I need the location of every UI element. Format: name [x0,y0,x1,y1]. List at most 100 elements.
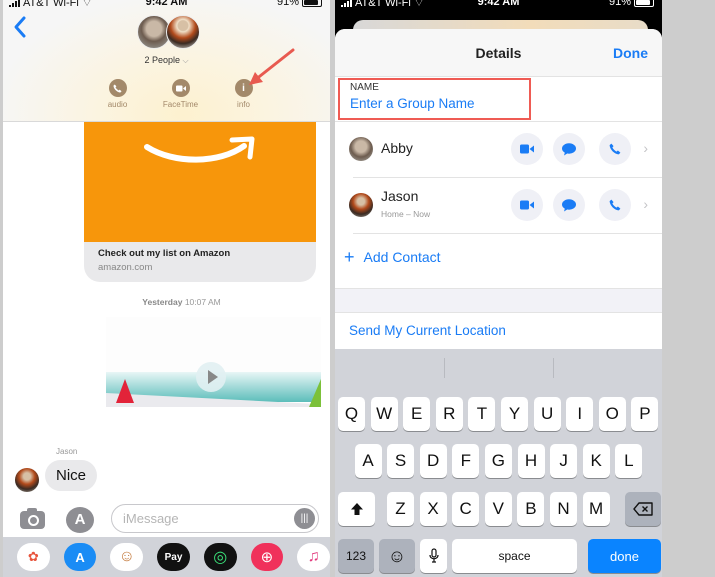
message-button[interactable] [553,189,585,221]
keyboard-done-key[interactable]: done [588,539,661,573]
wifi-icon: ⌔ [81,0,93,9]
music-note-icon: ♫ [307,548,320,565]
key-l[interactable]: L [615,444,643,478]
apple-pay-app-button[interactable]: Pay [157,543,190,571]
video-icon [171,79,190,97]
conversation-header: AT&T Wi-Fi ⌔ 9:42 AM 91% 2 People ⌵ audi… [3,0,330,122]
phone-call-button[interactable] [599,189,631,221]
key-a[interactable]: A [354,444,382,478]
wifi-icon: ⌔ [413,0,425,9]
activity-rings-icon: ◎ [213,549,228,566]
key-v[interactable]: V [484,492,512,526]
status-time: 9:42 AM [145,0,188,8]
amazon-link-preview[interactable]: Check out my list on Amazon amazon.com [84,122,316,282]
chevron-right-icon: › [643,196,648,212]
screenshot-stage: AT&T Wi-Fi ⌔ 9:42 AM 91% 2 People ⌵ audi… [0,0,715,577]
group-avatars[interactable] [137,15,201,51]
delete-key[interactable] [625,492,661,526]
key-p[interactable]: P [631,397,659,431]
video-icon [520,200,534,210]
divider [353,233,662,234]
microphone-icon [428,548,439,563]
on-screen-keyboard: Q W E R T Y U I O P A S D F G H J K L Z X C V B N M 123 ☺ space done [335,349,662,577]
section-gap [335,288,662,313]
key-d[interactable]: D [419,444,447,478]
key-s[interactable]: S [387,444,415,478]
key-w[interactable]: W [370,397,398,431]
done-button[interactable]: Done [613,45,648,61]
amazon-preview-image [84,122,316,242]
key-k[interactable]: K [582,444,610,478]
app-store-app-button[interactable]: A [63,543,97,571]
group-name-input[interactable] [350,96,525,111]
key-e[interactable]: E [403,397,431,431]
audio-label: audio [107,100,128,109]
info-label: info [237,100,250,109]
contact-location-status: Home – Now [381,209,431,219]
key-x[interactable]: X [419,492,447,526]
link-preview-domain: amazon.com [98,262,153,273]
people-count-label: 2 People [144,55,180,65]
add-contact-button[interactable]: + Add Contact [344,247,441,267]
back-button[interactable] [13,15,33,41]
web-search-app-button[interactable]: ⊕ [250,543,284,571]
emoji-smiley-icon: ☺ [387,545,407,566]
key-q[interactable]: Q [338,397,365,431]
send-current-location-button[interactable]: Send My Current Location [349,323,506,338]
shift-key[interactable] [338,492,375,526]
received-message-bubble[interactable]: Nice [45,460,98,491]
audio-message-icon[interactable]: ||| [294,508,315,529]
music-app-button[interactable]: ♫ [297,543,330,571]
imessage-input[interactable]: iMessage ||| [111,504,319,533]
dictation-key[interactable] [420,539,447,573]
app-store-icon[interactable]: A [66,507,94,533]
key-z[interactable]: Z [387,492,414,526]
suggestion-divider [444,358,445,378]
contact-row-jason[interactable]: Jason Home – Now › [335,178,662,234]
chevron-right-icon: › [643,140,648,156]
group-name-field[interactable]: NAME [338,78,531,120]
key-y[interactable]: Y [501,397,528,431]
facetime-button[interactable]: FaceTime [149,79,212,109]
memoji-icon: ☺ [118,548,135,565]
plus-icon: + [344,247,355,267]
key-o[interactable]: O [598,397,626,431]
play-button[interactable] [196,362,226,392]
compose-bar: A iMessage ||| [3,501,330,537]
group-details-screen: AT&T Wi-Fi ⌔ 9:42 AM 91% Details Done NA… [335,0,662,577]
camera-icon[interactable] [20,508,45,529]
space-key[interactable]: space [452,539,577,573]
facetime-label: FaceTime [162,100,199,109]
key-h[interactable]: H [517,444,545,478]
key-u[interactable]: U [533,397,561,431]
sender-avatar[interactable] [15,468,39,492]
contact-avatar-jason [349,193,373,217]
key-c[interactable]: C [452,492,480,526]
facetime-video-button[interactable] [511,133,543,165]
key-n[interactable]: N [550,492,577,526]
message-button[interactable] [553,133,585,165]
key-t[interactable]: T [468,397,496,431]
key-f[interactable]: F [452,444,480,478]
holiday-video-message[interactable] [106,317,321,419]
key-r[interactable]: R [435,397,463,431]
facetime-video-button[interactable] [511,189,543,221]
timestamp-time: 10:07 AM [184,297,221,307]
key-g[interactable]: G [484,444,512,478]
emoji-key[interactable]: ☺ [379,539,415,573]
numbers-key[interactable]: 123 [338,539,374,573]
activity-app-button[interactable]: ◎ [203,543,237,571]
suggestion-divider [553,358,554,378]
key-i[interactable]: I [566,397,594,431]
key-b[interactable]: B [517,492,545,526]
details-header: Details Done [335,29,662,77]
key-m[interactable]: M [582,492,610,526]
contact-row-abby[interactable]: Abby › [335,122,662,178]
key-j[interactable]: J [550,444,578,478]
phone-call-button[interactable] [599,133,631,165]
memoji-app-button[interactable]: ☺ [110,543,144,571]
photos-app-button[interactable]: ✿ [17,543,50,571]
add-contact-label: Add Contact [363,249,441,265]
audio-call-button[interactable]: audio [86,79,149,109]
chevron-left-icon [14,16,26,38]
